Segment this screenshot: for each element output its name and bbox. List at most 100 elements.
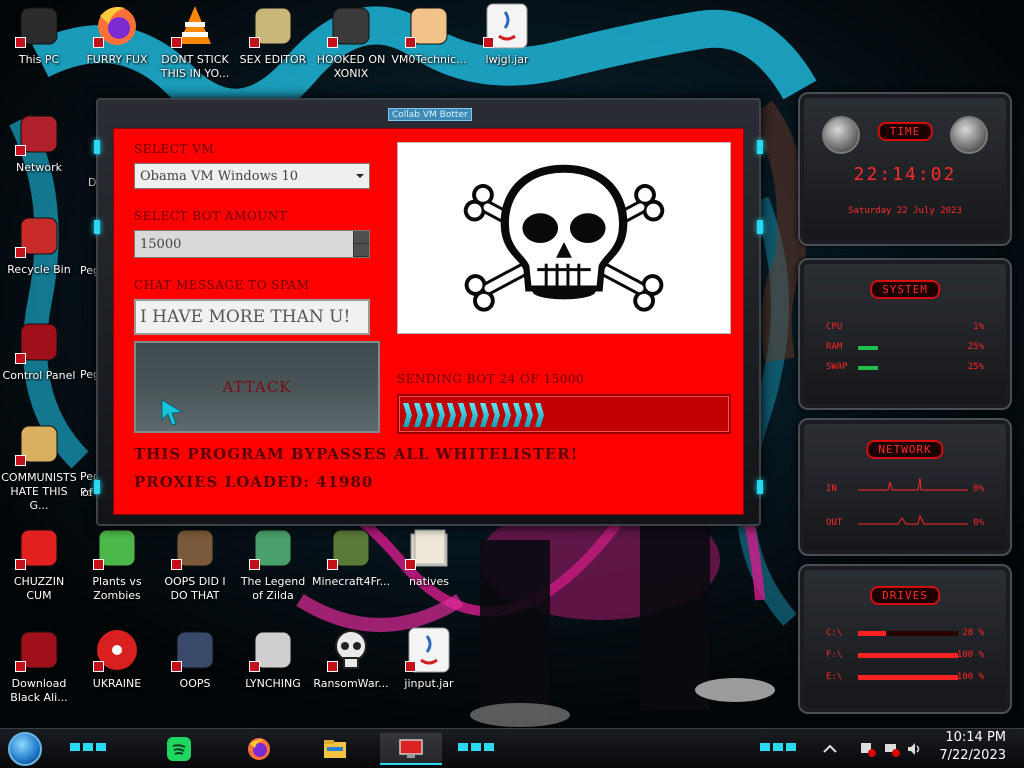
desktop-icon[interactable]: VM0Technic... [390,2,468,67]
desktop-icon-label: Recycle Bin [7,263,71,276]
progress-chevron [469,403,478,427]
progress-chevron [491,403,500,427]
desktop-icon[interactable]: The Legend of Zilda [234,524,312,603]
desktop-icon-label: jinput.jar [404,677,454,690]
bot-progress-bar [397,394,731,434]
widget-row-label: F:\ [826,650,843,660]
desktop-icon[interactable]: natives [390,524,468,589]
progress-chevron [524,403,533,427]
desktop-icon[interactable]: LYNCHING [234,626,312,691]
usage-meter [858,366,878,370]
status-text: SENDING BOT 24 OF 15000 [397,372,585,386]
show-hidden-icons-icon[interactable] [822,741,838,757]
desktop-icon[interactable]: Network [0,110,78,175]
bot-amount-spinner[interactable]: 15000 [134,230,370,258]
desktop-icon[interactable]: OOPS DID I DO THAT [156,524,234,603]
select-vm-dropdown[interactable]: Obama VM Windows 10 [134,163,370,189]
drive-usage-fill [858,653,958,658]
taskbar-collab-vm-botter[interactable] [380,733,442,765]
attack-button[interactable]: ATTACK [134,341,380,433]
spinner-buttons[interactable] [353,231,369,257]
chat-message-input[interactable]: I HAVE MORE THAN U! [134,299,370,335]
attack-button-label: ATTACK [222,378,292,396]
doctor-icon [405,2,453,50]
start-button[interactable] [8,732,42,766]
progress-chevron [480,403,489,427]
drives-widget: DRIVES C:\ 28 % F:\ 100 % E:\ 100 % [798,564,1012,714]
taskbar-firefox[interactable] [236,733,282,765]
drive-usage-bar [858,675,958,680]
noose-icon [249,626,297,674]
desktop-icon-label: The Legend of Zilda [240,575,306,602]
system-title: SYSTEM [870,280,940,299]
portrait-icon [171,524,219,572]
frame-light [94,480,100,494]
desktop-icon-label: LYNCHING [245,677,301,690]
radiation-icon [93,626,141,674]
proxies-loaded: PROXIES LOADED: 41980 [134,473,374,491]
desktop-icon[interactable]: Minecraft4Fr... [312,524,390,589]
system-clock[interactable]: 10:14 PM 7/22/2023 [939,729,1006,765]
desktop-icon[interactable]: CHUZZIN CUM [0,524,78,603]
usage-meter [858,346,878,350]
volume-icon[interactable] [906,741,922,757]
desktop-icon[interactable]: FURRY FUX [78,2,156,67]
desktop-icon[interactable]: Plants vs Zombies [78,524,156,603]
desktop-icon[interactable]: Download Black Ali... [0,626,78,705]
desktop-icon[interactable]: lwjgl.jar [468,2,546,67]
desktop-icon-label: CHUZZIN CUM [13,575,65,602]
clock-date: 7/22/2023 [939,748,1006,763]
time-date: Saturday 22 July 2023 [848,206,962,216]
widget-row-label: RAM [826,342,843,352]
firefox-icon [248,738,270,760]
time-clock: 22:14:02 [853,164,957,185]
control-panel-icon [15,318,63,366]
window-title[interactable]: Collab VM Botter [388,108,472,121]
progress-chevron [436,403,445,427]
network-error-icon[interactable] [884,741,900,757]
widget-row-label: E:\ [826,672,843,682]
desktop-icon[interactable]: RansomWar... [312,626,390,691]
desktop-icon[interactable]: OOPS [156,626,234,691]
desktop-icon-label: Control Panel [2,369,76,382]
taskbar-spotify[interactable] [156,733,202,765]
zelda-icon [249,524,297,572]
recycle-bin-icon [15,212,63,260]
drive-usage-fill [858,631,886,636]
desktop-icon[interactable]: DONT STICK THIS IN YO... [156,2,234,81]
progress-chevron [414,403,423,427]
desktop-icon-label: This PC [18,53,60,66]
drive-usage-bar [858,653,958,658]
desktop-icon[interactable]: UKRAINE [78,626,156,691]
desktop-icon[interactable]: Control Panel [0,318,78,383]
widget-row-label: CPU [826,322,843,332]
alien-head-icon [822,116,860,154]
progress-chevron [458,403,467,427]
time-title: TIME [877,122,933,141]
frame-light [94,220,100,234]
desktop-icon[interactable]: SEX EDITOR [234,2,312,67]
taskbar-file-explorer[interactable] [312,733,358,765]
flag-error-icon[interactable] [860,741,876,757]
widget-row-label: SWAP [826,362,848,372]
alien-network-icon [15,110,63,158]
network-widget: NETWORK IN 0% OUT 0% [798,418,1012,556]
desktop-icon[interactable]: This PC [0,2,78,67]
drive-usage-bar [858,631,958,636]
desktop-icon[interactable]: HOOKED ON XONIX [312,2,390,81]
desktop-icon[interactable]: Recycle Bin [0,212,78,277]
desktop-icon-label: VM0Technic... [391,53,467,66]
desktop-icon[interactable]: COMMUNISTS HATE THIS G... [0,420,78,513]
progress-chevron [447,403,456,427]
bot-amount-label: SELECT BOT AMOUNT [134,209,288,223]
desktop-icon-label: UKRAINE [92,677,142,690]
frame-light [757,220,763,234]
widget-row-value: 25% [967,362,984,372]
window-client-area: SELECT VM Obama VM Windows 10 SELECT BOT… [113,128,744,515]
widget-row-value: 100 % [956,650,984,660]
skull-image-panel [397,142,731,334]
folder-icon [405,524,453,572]
desktop-icon[interactable]: jinput.jar [390,626,468,691]
money-bag-icon [15,420,63,468]
plant-icon [93,524,141,572]
